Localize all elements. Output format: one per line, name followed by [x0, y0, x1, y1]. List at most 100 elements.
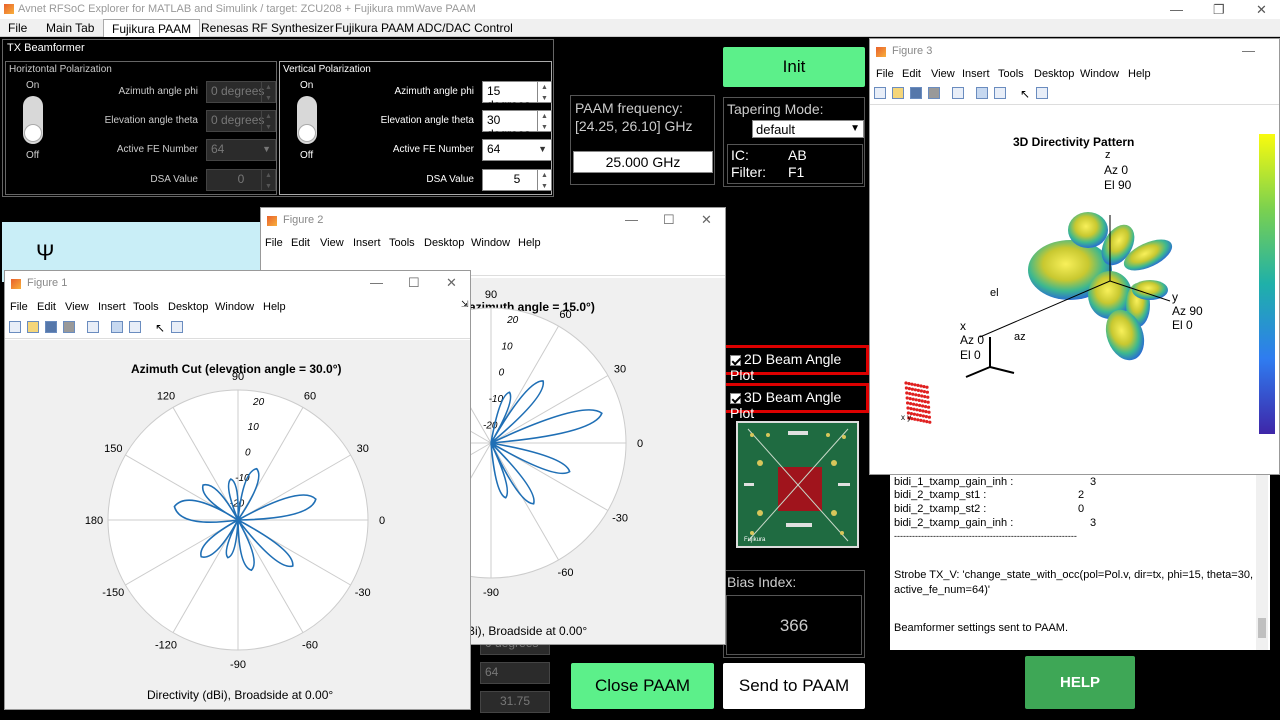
legend-icon[interactable]: [129, 321, 141, 333]
tab-renesas[interactable]: Renesas RF Synthesizer: [193, 19, 342, 37]
menu-help[interactable]: Help: [1128, 68, 1151, 80]
property-icon[interactable]: [1036, 87, 1048, 99]
menu-view[interactable]: View: [320, 237, 344, 249]
help-button[interactable]: HELP: [1025, 656, 1135, 709]
print-icon[interactable]: [63, 321, 75, 333]
maximize-icon[interactable]: ☐: [663, 212, 675, 228]
tab-adc-dac[interactable]: Fujikura PAAM ADC/DAC Control: [327, 19, 521, 37]
menu-view[interactable]: View: [65, 301, 89, 313]
menu-tools[interactable]: Tools: [133, 301, 159, 313]
beam2d-checkbox[interactable]: 2D Beam Angle Plot: [723, 345, 869, 383]
radial-tick-label: 10: [501, 341, 513, 352]
figure2-title: Figure 2: [283, 214, 324, 226]
menu-edit[interactable]: Edit: [291, 237, 310, 249]
new-file-icon[interactable]: [874, 87, 886, 99]
property-icon[interactable]: [171, 321, 183, 333]
menu-insert[interactable]: Insert: [98, 301, 126, 313]
array-element-dot: [925, 390, 929, 394]
save-icon[interactable]: [910, 87, 922, 99]
cursor-icon[interactable]: ↖: [155, 321, 165, 335]
h-elevation-field[interactable]: 0 degrees ▲ ▼: [206, 110, 276, 132]
close-icon[interactable]: ✕: [1256, 2, 1267, 18]
bg-field-3[interactable]: 31.75: [480, 691, 550, 713]
h-dsa-field[interactable]: 0 ▲ ▼: [206, 169, 276, 191]
restore-icon[interactable]: ❐: [1213, 2, 1225, 18]
vertical-toggle[interactable]: [297, 96, 317, 144]
open-icon[interactable]: [892, 87, 904, 99]
figure3-title: Figure 3: [892, 45, 933, 57]
dock-arrow-icon[interactable]: ⇲: [461, 299, 469, 310]
horizontal-toggle[interactable]: [23, 96, 43, 144]
v-fe-select[interactable]: 64 ▼: [482, 139, 552, 161]
spinner-icon[interactable]: ▲ ▼: [261, 170, 275, 190]
paam-frequency-field[interactable]: 25.000 GHz: [573, 151, 713, 173]
spinner-icon[interactable]: ▲ ▼: [261, 111, 275, 131]
init-button[interactable]: Init: [723, 47, 865, 87]
log-line: bidi_2_txamp_st2 :0: [894, 503, 1085, 515]
menu-insert[interactable]: Insert: [962, 68, 990, 80]
radial-tick-label: -10: [235, 473, 250, 484]
tapering-select[interactable]: default ▼: [752, 120, 864, 138]
send-to-paam-button[interactable]: Send to PAAM: [723, 663, 865, 709]
menu-desktop[interactable]: Desktop: [424, 237, 464, 249]
v-azimuth-field[interactable]: 15 degrees ▲ ▼: [482, 81, 552, 112]
spinner-icon[interactable]: ▲ ▼: [537, 82, 551, 102]
array-element-dot: [911, 397, 915, 401]
menu-window[interactable]: Window: [1080, 68, 1119, 80]
menu-tools[interactable]: Tools: [389, 237, 415, 249]
legend-icon[interactable]: [994, 87, 1006, 99]
minimize-icon[interactable]: —: [1242, 43, 1255, 58]
menu-desktop[interactable]: Desktop: [168, 301, 208, 313]
figure1-window: Figure 1 — ☐ ✕ File Edit View Insert Too…: [4, 270, 471, 710]
colorbar-icon[interactable]: [111, 321, 123, 333]
chevron-down-icon: ▼: [538, 144, 547, 154]
array-element-dot: [912, 412, 916, 416]
v-dsa-field[interactable]: 5 ▲ ▼: [482, 169, 552, 191]
menu-edit[interactable]: Edit: [37, 301, 56, 313]
menu-file[interactable]: File: [10, 301, 28, 313]
tab-file[interactable]: File: [0, 19, 35, 37]
cursor-icon[interactable]: ↖: [1020, 87, 1030, 101]
minimize-icon[interactable]: —: [370, 275, 383, 290]
beam3d-checkbox[interactable]: 3D Beam Angle Plot: [723, 383, 869, 421]
link-icon[interactable]: [952, 87, 964, 99]
v-elevation-field[interactable]: 30 degrees ▲ ▼: [482, 110, 552, 141]
scroll-thumb[interactable]: [1258, 618, 1266, 638]
save-icon[interactable]: [45, 321, 57, 333]
new-file-icon[interactable]: [9, 321, 21, 333]
colorbar-icon[interactable]: [976, 87, 988, 99]
menu-view[interactable]: View: [931, 68, 955, 80]
open-icon[interactable]: [27, 321, 39, 333]
minimize-icon[interactable]: —: [1170, 2, 1183, 17]
h-fe-select[interactable]: 64 ▼: [206, 139, 276, 161]
array-element-dot: [904, 386, 908, 390]
log-scrollbar[interactable]: [1256, 472, 1268, 650]
log-sent: Beamformer settings sent to PAAM.: [894, 622, 1069, 634]
menu-insert[interactable]: Insert: [353, 237, 381, 249]
spinner-icon[interactable]: ▲ ▼: [537, 111, 551, 131]
menu-tools[interactable]: Tools: [998, 68, 1024, 80]
h-azimuth-field[interactable]: 0 degrees ▲ ▼: [206, 81, 276, 103]
close-icon[interactable]: ✕: [701, 212, 712, 228]
array-element-dot: [907, 382, 911, 386]
tab-main[interactable]: Main Tab: [38, 19, 102, 37]
menu-window[interactable]: Window: [215, 301, 254, 313]
link-icon[interactable]: [87, 321, 99, 333]
menu-help[interactable]: Help: [518, 237, 541, 249]
minimize-icon[interactable]: —: [625, 212, 638, 227]
print-icon[interactable]: [928, 87, 940, 99]
menu-help[interactable]: Help: [263, 301, 286, 313]
close-icon[interactable]: ✕: [446, 275, 457, 291]
bg-field-2[interactable]: 64: [480, 662, 550, 684]
log-panel: bidi_1_txamp_gain_inh :3 bidi_2_txamp_st…: [890, 472, 1270, 650]
spinner-icon[interactable]: ▲ ▼: [537, 170, 551, 190]
menu-desktop[interactable]: Desktop: [1034, 68, 1074, 80]
menu-file[interactable]: File: [265, 237, 283, 249]
menu-edit[interactable]: Edit: [902, 68, 921, 80]
spinner-icon[interactable]: ▲ ▼: [261, 82, 275, 102]
close-paam-button[interactable]: Close PAAM: [571, 663, 714, 709]
maximize-icon[interactable]: ☐: [408, 275, 420, 291]
menu-file[interactable]: File: [876, 68, 894, 80]
menu-window[interactable]: Window: [471, 237, 510, 249]
tab-fujikura-paam[interactable]: Fujikura PAAM: [103, 19, 201, 37]
